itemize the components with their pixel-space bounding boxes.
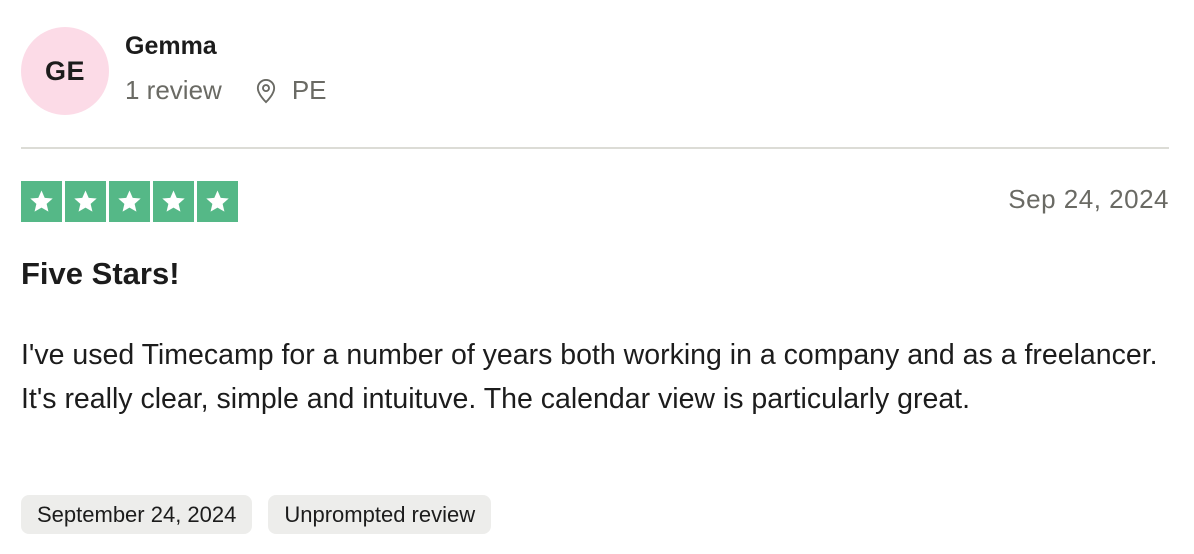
avatar[interactable]: GE (21, 27, 109, 115)
location-pin-icon (256, 78, 275, 103)
review-card: GE Gemma 1 review PE Sep 24, 2024 Five S… (21, 0, 1169, 554)
divider (21, 147, 1169, 149)
review-date: Sep 24, 2024 (1008, 184, 1169, 214)
review-tags: September 24, 2024 Unprompted review (21, 495, 507, 534)
star-icon (197, 181, 238, 222)
reviewer-location: PE (252, 75, 327, 106)
reviewer-header: GE Gemma 1 review PE (21, 27, 1169, 115)
star-icon (21, 181, 62, 222)
star-icon (109, 181, 150, 222)
review-body: I've used Timecamp for a number of years… (21, 339, 1158, 415)
reviewer-name[interactable]: Gemma (125, 32, 217, 61)
star-icon (65, 181, 106, 222)
location-code: PE (291, 75, 327, 105)
review-count: 1 review (125, 75, 222, 105)
star-rating (21, 181, 241, 222)
tag-experience-date: September 24, 2024 (21, 495, 253, 534)
reviewer-meta: 1 review PE (125, 75, 327, 106)
star-icon (153, 181, 194, 222)
review-title[interactable]: Five Stars! (21, 256, 180, 292)
tag-unprompted-review[interactable]: Unprompted review (268, 495, 492, 534)
